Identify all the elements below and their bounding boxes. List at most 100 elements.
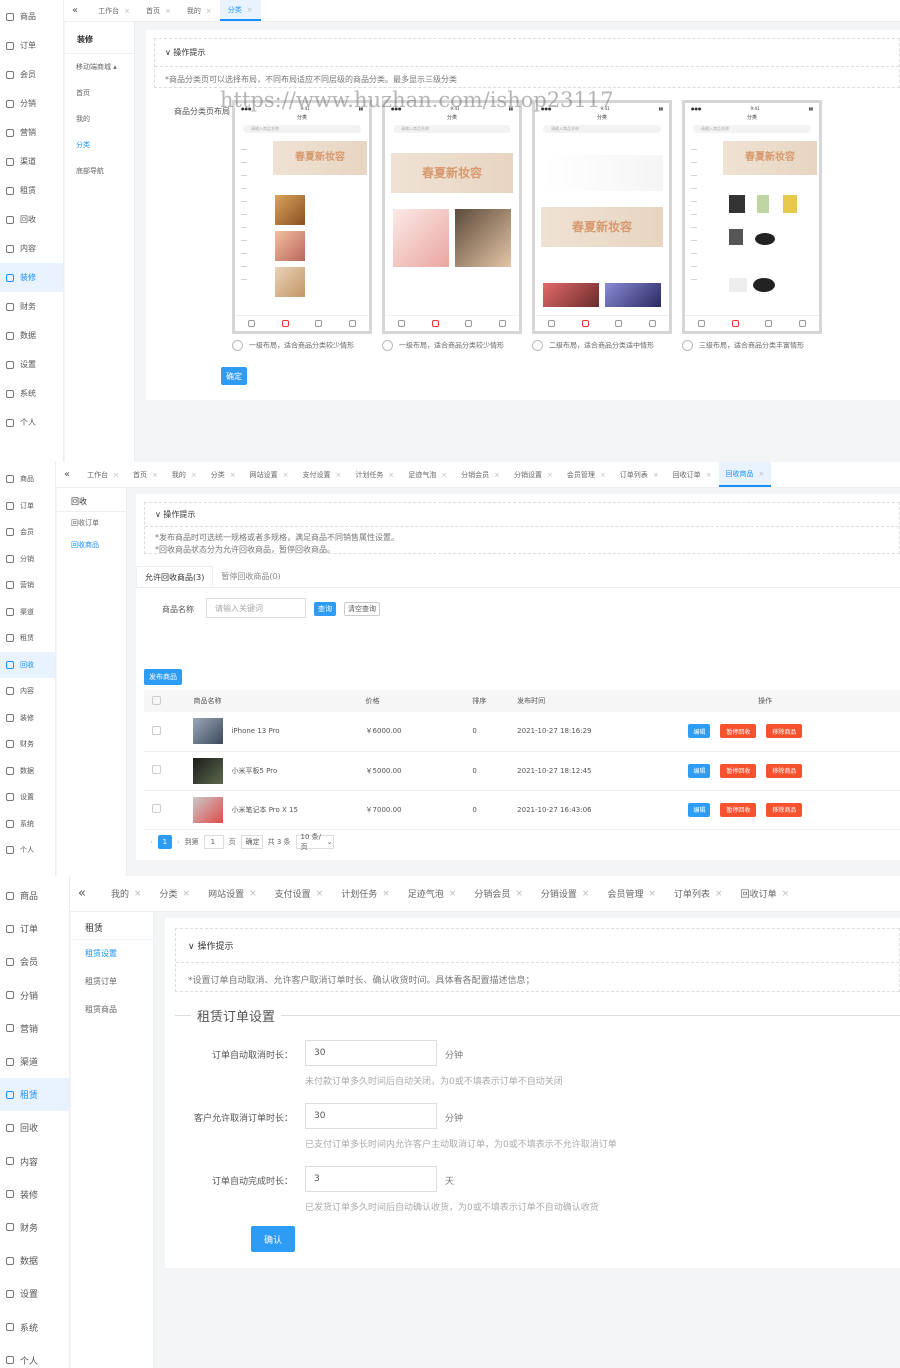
sidebar-item[interactable]: 渠道 xyxy=(0,147,63,176)
sub-menu-item[interactable]: 回收订单 xyxy=(57,512,126,534)
tab[interactable]: 工作台 × xyxy=(90,0,138,21)
sidebar-item[interactable]: 装修 xyxy=(0,263,63,292)
close-icon[interactable]: × xyxy=(249,889,257,899)
close-icon[interactable]: × xyxy=(336,471,342,479)
tab[interactable]: 支付设置 × xyxy=(266,876,333,911)
sidebar-item[interactable]: 会员 xyxy=(0,945,69,978)
sidebar-item[interactable]: 个人 xyxy=(0,1344,69,1368)
sidebar-item[interactable]: 渠道 xyxy=(0,1045,69,1078)
tab[interactable]: 回收订单 × xyxy=(666,462,719,487)
tab[interactable]: 计划任务 × xyxy=(348,462,401,487)
tab[interactable]: 会员管理 × xyxy=(598,876,665,911)
prev-icon[interactable]: ‹ xyxy=(150,838,153,846)
tab[interactable]: 工作台 × xyxy=(80,462,126,487)
close-icon[interactable]: × xyxy=(183,889,191,899)
sidebar-item[interactable]: 设置 xyxy=(0,350,63,379)
sidebar-item[interactable]: 个人 xyxy=(0,837,55,864)
sidebar-item[interactable]: 租赁 xyxy=(0,1078,69,1112)
close-icon[interactable]: × xyxy=(134,889,142,899)
close-icon[interactable]: × xyxy=(547,471,553,479)
collapse-icon[interactable]: « xyxy=(64,469,70,480)
tab[interactable]: 支付设置 × xyxy=(296,462,349,487)
sidebar-item[interactable]: 商品 xyxy=(0,466,55,493)
close-icon[interactable]: × xyxy=(165,7,171,15)
tab[interactable]: 分销会员 × xyxy=(454,462,507,487)
tab[interactable]: 分销设置 × xyxy=(532,876,599,911)
checkbox[interactable] xyxy=(152,725,161,735)
radio-icon[interactable] xyxy=(682,340,693,351)
tab[interactable]: 分类 × xyxy=(204,462,243,487)
duration-input[interactable]: 30 xyxy=(305,1103,437,1129)
publish-button[interactable]: 发布商品 xyxy=(144,669,182,685)
sidebar-item[interactable]: 租赁 xyxy=(0,176,63,205)
remove-product-button[interactable]: 移除商品 xyxy=(766,763,803,778)
sidebar-item[interactable]: 订单 xyxy=(0,912,69,945)
next-icon[interactable]: › xyxy=(177,838,180,846)
checkbox[interactable] xyxy=(152,695,161,705)
tab[interactable]: 计划任务 × xyxy=(332,876,399,911)
pause-recycle-button[interactable]: 暂停回收 xyxy=(720,802,757,817)
pause-recycle-button[interactable]: 暂停回收 xyxy=(720,763,757,778)
tab[interactable]: 分销设置 × xyxy=(507,462,560,487)
edit-button[interactable]: 编辑 xyxy=(688,763,711,778)
close-icon[interactable]: × xyxy=(382,889,390,899)
sidebar-item[interactable]: 订单 xyxy=(0,31,63,60)
tab[interactable]: 订单列表 × xyxy=(665,876,732,911)
tab[interactable]: 我的 × xyxy=(179,0,220,21)
confirm-button[interactable]: 确定 xyxy=(221,367,247,385)
close-icon[interactable]: × xyxy=(494,471,500,479)
close-icon[interactable]: × xyxy=(191,471,197,479)
checkbox[interactable] xyxy=(152,804,161,813)
close-icon[interactable]: × xyxy=(600,471,606,479)
sub-menu-item[interactable]: 分类 xyxy=(65,132,134,158)
close-icon[interactable]: × xyxy=(648,889,656,899)
close-icon[interactable]: × xyxy=(782,889,790,899)
radio-icon[interactable] xyxy=(532,340,543,351)
tab[interactable]: 回收商品 × xyxy=(718,462,772,487)
tab[interactable]: 会员管理 × xyxy=(560,462,613,487)
sub-menu-item[interactable]: 移动端商城 ▴ xyxy=(65,54,134,80)
sidebar-item[interactable]: 装修 xyxy=(0,705,55,732)
close-icon[interactable]: × xyxy=(206,7,212,15)
close-icon[interactable]: × xyxy=(247,6,253,14)
tab[interactable]: 我的 × xyxy=(102,876,151,911)
tab[interactable]: 足迹气泡 × xyxy=(401,462,454,487)
tab[interactable]: 网站设置 × xyxy=(199,876,266,911)
tip-head[interactable]: ∨ 操作提示 xyxy=(155,39,899,66)
sidebar-item[interactable]: 会员 xyxy=(0,519,55,546)
tab[interactable]: 首页 × xyxy=(126,462,165,487)
page-current[interactable]: 1 xyxy=(157,835,172,849)
sub-menu-item[interactable]: 租赁设置 xyxy=(71,940,153,968)
sub-menu-item[interactable]: 回收商品 xyxy=(57,534,126,556)
sidebar-item[interactable]: 租赁 xyxy=(0,625,55,652)
edit-button[interactable]: 编辑 xyxy=(688,724,711,739)
tab[interactable]: 网站设置 × xyxy=(243,462,296,487)
sub-menu-item[interactable]: 底部导航 xyxy=(65,158,134,184)
sidebar-item[interactable]: 营销 xyxy=(0,118,63,147)
layout-option[interactable]: 三级布局，适合商品分类丰富情形 xyxy=(682,340,804,351)
sidebar-item[interactable]: 系统 xyxy=(0,379,63,408)
reset-button[interactable]: 清空查询 xyxy=(344,602,380,616)
sidebar-item[interactable]: 数据 xyxy=(0,321,63,350)
sidebar-item[interactable]: 分销 xyxy=(0,546,55,573)
checkbox[interactable] xyxy=(152,765,161,774)
sidebar-item[interactable]: 分销 xyxy=(0,89,63,118)
sidebar-item[interactable]: 财务 xyxy=(0,1211,69,1244)
tab[interactable]: 我的 × xyxy=(165,462,204,487)
remove-product-button[interactable]: 移除商品 xyxy=(766,802,803,817)
close-icon[interactable]: × xyxy=(388,471,394,479)
sidebar-item[interactable]: 商品 xyxy=(0,2,63,31)
radio-icon[interactable] xyxy=(382,340,393,351)
collapse-icon[interactable]: « xyxy=(72,5,78,16)
edit-button[interactable]: 编辑 xyxy=(688,802,711,817)
close-icon[interactable]: × xyxy=(653,471,659,479)
pause-recycle-button[interactable]: 暂停回收 xyxy=(720,724,757,739)
close-icon[interactable]: × xyxy=(113,471,119,479)
tab[interactable]: 订单列表 × xyxy=(613,462,666,487)
sidebar-item[interactable]: 内容 xyxy=(0,678,55,705)
sidebar-item[interactable]: 设置 xyxy=(0,784,55,811)
sub-menu-item[interactable]: 租赁商品 xyxy=(71,996,153,1024)
sidebar-item[interactable]: 回收 xyxy=(0,1111,69,1144)
sidebar-item[interactable]: 数据 xyxy=(0,758,55,785)
close-icon[interactable]: × xyxy=(715,889,723,899)
